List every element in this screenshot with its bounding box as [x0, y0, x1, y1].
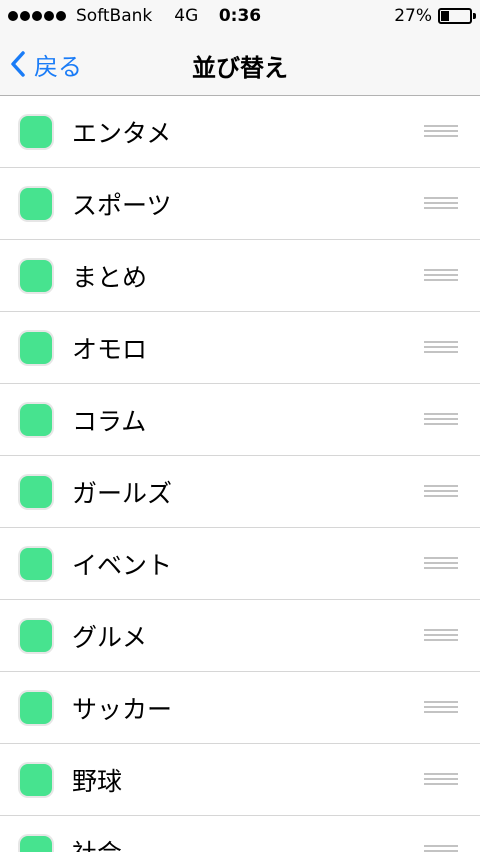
list-item-label: まとめ — [72, 263, 148, 292]
category-color-icon — [20, 260, 52, 292]
list-item-label: 野球 — [72, 767, 123, 796]
category-color-icon — [20, 332, 52, 364]
list-item-label: イベント — [72, 551, 173, 580]
list-item[interactable]: イベント — [0, 528, 480, 600]
list-item-label: エンタメ — [72, 119, 172, 148]
reorder-handle-icon[interactable] — [424, 125, 458, 139]
category-color-icon — [20, 764, 52, 796]
reorder-handle-icon[interactable] — [424, 845, 458, 852]
category-color-icon — [20, 692, 52, 724]
screen: SoftBank 4G 0:36 27% 戻る 並び替え エンタメスポーツまとめ… — [0, 0, 480, 852]
battery-fill — [441, 11, 449, 21]
category-color-icon — [20, 836, 52, 852]
category-list: エンタメスポーツまとめオモロコラムガールズイベントグルメサッカー野球社会 — [0, 96, 480, 852]
list-item-label: グルメ — [72, 623, 148, 652]
category-color-icon — [20, 188, 52, 220]
reorder-handle-icon[interactable] — [424, 557, 458, 571]
category-color-icon — [20, 620, 52, 652]
status-right: 27% — [394, 6, 476, 26]
reorder-handle-icon[interactable] — [424, 701, 458, 715]
reorder-handle-icon[interactable] — [424, 629, 458, 643]
list-item-label: ガールズ — [72, 479, 173, 508]
reorder-handle-icon[interactable] — [424, 197, 458, 211]
list-item[interactable]: サッカー — [0, 672, 480, 744]
reorder-handle-icon[interactable] — [424, 413, 458, 427]
list-item-label: オモロ — [72, 335, 148, 364]
list-item[interactable]: まとめ — [0, 240, 480, 312]
list-item[interactable]: 野球 — [0, 744, 480, 816]
list-item-label: コラム — [72, 407, 147, 436]
list-item[interactable]: コラム — [0, 384, 480, 456]
list-item-label: サッカー — [72, 695, 173, 724]
page-title: 並び替え — [192, 54, 288, 82]
navigation-bar: 戻る 並び替え — [0, 32, 480, 96]
list-item[interactable]: エンタメ — [0, 96, 480, 168]
battery-icon — [438, 8, 476, 24]
list-item[interactable]: オモロ — [0, 312, 480, 384]
list-item-label: スポーツ — [72, 191, 172, 220]
reorder-handle-icon[interactable] — [424, 341, 458, 355]
category-color-icon — [20, 116, 52, 148]
category-color-icon — [20, 476, 52, 508]
list-item[interactable]: グルメ — [0, 600, 480, 672]
reorder-handle-icon[interactable] — [424, 773, 458, 787]
battery-percent: 27% — [394, 6, 432, 26]
reorder-handle-icon[interactable] — [424, 485, 458, 499]
list-item[interactable]: 社会 — [0, 816, 480, 852]
list-item[interactable]: ガールズ — [0, 456, 480, 528]
reorder-handle-icon[interactable] — [424, 269, 458, 283]
category-color-icon — [20, 548, 52, 580]
list-item[interactable]: スポーツ — [0, 168, 480, 240]
status-bar: SoftBank 4G 0:36 27% — [0, 0, 480, 32]
category-color-icon — [20, 404, 52, 436]
list-item-label: 社会 — [72, 834, 122, 852]
